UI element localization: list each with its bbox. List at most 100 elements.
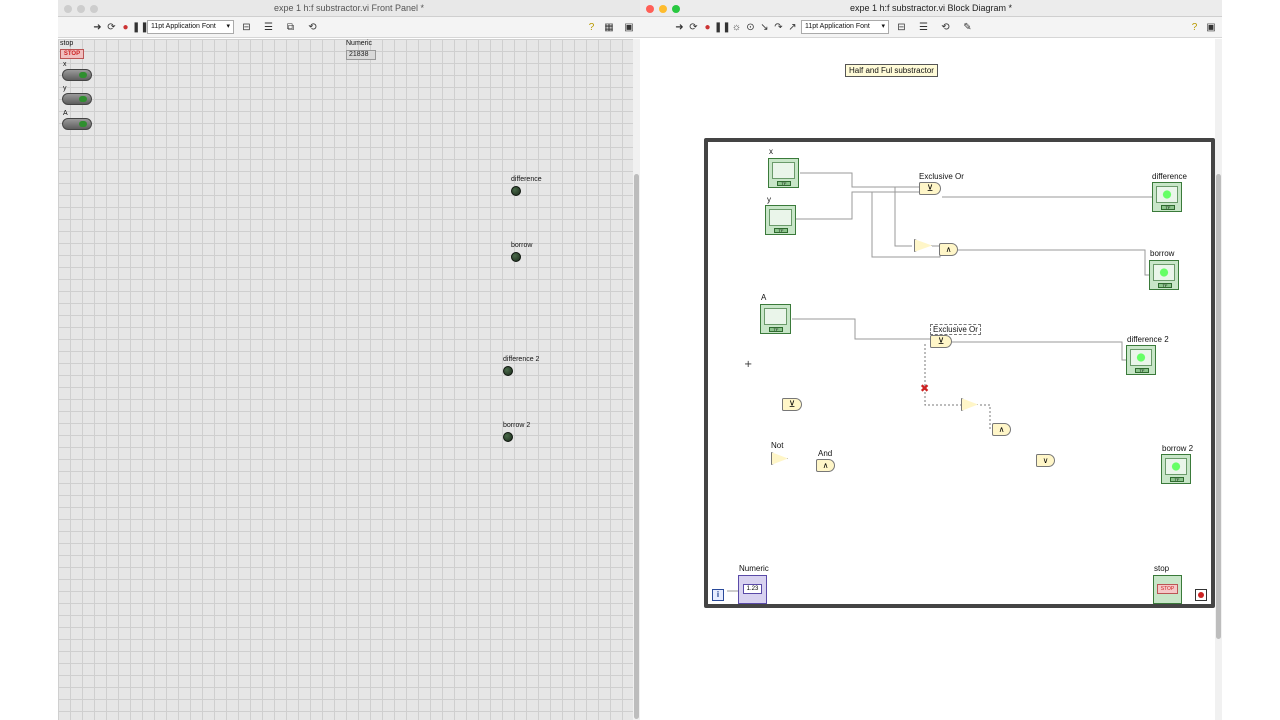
xor2-gate[interactable]: ⊻ — [930, 335, 952, 348]
and-gate-label: And — [818, 449, 833, 458]
reorder-icon[interactable]: ⟲ — [939, 21, 952, 34]
front-panel-scrollbar[interactable] — [633, 39, 640, 720]
close-icon[interactable] — [646, 5, 654, 13]
stop-label: stop — [60, 40, 74, 47]
borrow2-terminal[interactable]: TF — [1161, 454, 1191, 484]
distribute-objects-icon[interactable]: ☰ — [917, 21, 930, 34]
y-label: y — [63, 85, 67, 92]
x-terminal[interactable]: TF — [768, 158, 799, 188]
and-gate-3[interactable]: ∧ — [816, 459, 835, 472]
difference2-label: difference 2 — [503, 356, 540, 363]
cursor-crosshair-icon: + — [744, 359, 752, 370]
step-into-icon[interactable]: ↘ — [758, 21, 771, 34]
help-icon[interactable]: ? — [585, 21, 598, 34]
block-diagram-scrollbar[interactable] — [1215, 39, 1222, 720]
wire-y-and — [871, 192, 941, 258]
x-label: x — [63, 61, 67, 68]
minimize-icon[interactable] — [77, 5, 85, 13]
numeric-terminal-label: Numeric — [739, 564, 769, 573]
wire-x-not — [894, 187, 912, 247]
wire-xor2-difference2 — [952, 341, 1129, 361]
grid-icon[interactable]: ▦ — [600, 21, 618, 34]
xor1-label: Exclusive Or — [919, 172, 964, 181]
block-diagram-canvas[interactable]: Half and Ful substractor ✖ + x TF y TF A… — [640, 39, 1222, 720]
clean-up-diagram-icon[interactable]: ✎ — [961, 21, 974, 34]
difference-terminal[interactable]: TF — [1152, 182, 1182, 212]
xor2-label: Exclusive Or — [930, 324, 981, 335]
wire-x-xor1 — [800, 172, 920, 188]
close-icon[interactable] — [64, 5, 72, 13]
difference-terminal-label: difference — [1152, 172, 1187, 181]
align-objects-icon[interactable]: ⊟ — [240, 21, 253, 34]
zoom-icon[interactable] — [672, 5, 680, 13]
retain-wire-values-icon[interactable]: ⊙ — [744, 21, 757, 34]
help-icon[interactable]: ? — [1188, 21, 1201, 34]
borrow2-terminal-label: borrow 2 — [1162, 444, 1194, 453]
numeric-terminal[interactable]: 1.23 — [738, 575, 767, 604]
wire-broken-not-and — [980, 404, 992, 430]
y-toggle-switch[interactable] — [62, 93, 92, 105]
difference2-terminal-label: difference 2 — [1127, 335, 1169, 344]
y-terminal-label: y — [767, 195, 771, 204]
distribute-objects-icon[interactable]: ☰ — [262, 21, 275, 34]
run-continuously-icon[interactable]: ⟳ — [687, 21, 700, 34]
wire-a-xor2 — [792, 318, 930, 340]
pause-icon[interactable]: ❚❚ — [132, 21, 149, 34]
borrow-label: borrow — [511, 242, 533, 249]
wire-y-xor1 — [796, 191, 920, 220]
stop-button[interactable]: STOP — [60, 49, 84, 59]
wire-broken-xor2-not — [924, 344, 963, 406]
resize-objects-icon[interactable]: ⧉ — [284, 21, 297, 34]
run-continuously-icon[interactable]: ⟳ — [105, 21, 118, 34]
broken-wire-icon: ✖ — [920, 382, 929, 395]
borrow-led — [511, 252, 521, 262]
block-diagram-toolbar: ➜ ⟳ ● ❚❚ ☼ ⊙ ↘ ↷ ↗ 11pt Application Font… — [640, 17, 1222, 38]
vi-icon: ▣ — [624, 22, 634, 33]
borrow2-label: borrow 2 — [503, 422, 531, 429]
font-select[interactable]: 11pt Application Font ▾ — [147, 20, 234, 34]
stop-terminal[interactable]: STOP — [1153, 575, 1182, 604]
front-panel-scroll-thumb[interactable] — [634, 174, 639, 719]
y-terminal[interactable]: TF — [765, 205, 796, 235]
loop-condition-icon[interactable] — [1195, 589, 1207, 601]
or-gate[interactable]: ∨ — [1036, 454, 1055, 467]
zoom-icon[interactable] — [90, 5, 98, 13]
numeric-terminal-value: 1.23 — [743, 584, 762, 594]
iteration-terminal[interactable]: i — [712, 589, 724, 601]
x-toggle-switch[interactable] — [62, 69, 92, 81]
font-select[interactable]: 11pt Application Font ▾ — [801, 20, 889, 34]
xor1-gate[interactable]: ⊻ — [919, 182, 941, 195]
a-toggle-switch[interactable] — [62, 118, 92, 130]
a-terminal-label: A — [761, 293, 767, 302]
borrow-terminal[interactable]: TF — [1149, 260, 1179, 290]
stop-terminal-label: stop — [1154, 564, 1170, 573]
and-gate-1[interactable]: ∧ — [939, 243, 958, 256]
pause-icon[interactable]: ❚❚ — [714, 21, 731, 34]
block-diagram-scroll-thumb[interactable] — [1216, 174, 1221, 639]
xor3-gate[interactable]: ⊻ — [782, 398, 802, 411]
abort-icon[interactable]: ● — [701, 21, 714, 34]
difference2-terminal[interactable]: TF — [1126, 345, 1156, 375]
and-gate-2[interactable]: ∧ — [992, 423, 1011, 436]
window-title: expe 1 h:f substractor.vi Block Diagram … — [849, 3, 1013, 13]
align-objects-icon[interactable]: ⊟ — [895, 21, 908, 34]
borrow-terminal-label: borrow — [1150, 249, 1175, 258]
run-arrow-icon[interactable]: ➜ — [673, 21, 686, 34]
minimize-icon[interactable] — [659, 5, 667, 13]
wires: ✖ + — [727, 172, 1152, 592]
difference-led — [511, 186, 521, 196]
not-gate-label: Not — [771, 441, 784, 450]
numeric-label: Numeric — [346, 40, 373, 47]
a-terminal[interactable]: TF — [760, 304, 791, 334]
abort-icon[interactable]: ● — [119, 21, 132, 34]
highlight-execution-icon[interactable]: ☼ — [730, 21, 743, 34]
step-over-icon[interactable]: ↷ — [772, 21, 785, 34]
front-panel-toolbar: ➜ ⟳ ● ❚❚ 11pt Application Font ▾ ⊟ ☰ ⧉ ⟲ … — [58, 17, 640, 38]
numeric-indicator: 21838 — [346, 50, 376, 60]
step-out-icon[interactable]: ↗ — [786, 21, 799, 34]
vi-icon: ▣ — [1206, 22, 1216, 33]
front-panel-canvas[interactable]: stop STOP x y A Numeric 21838 difference… — [58, 39, 634, 720]
run-arrow-icon[interactable]: ➜ — [91, 21, 104, 34]
stop-terminal-button: STOP — [1157, 584, 1178, 594]
reorder-icon[interactable]: ⟲ — [306, 21, 319, 34]
